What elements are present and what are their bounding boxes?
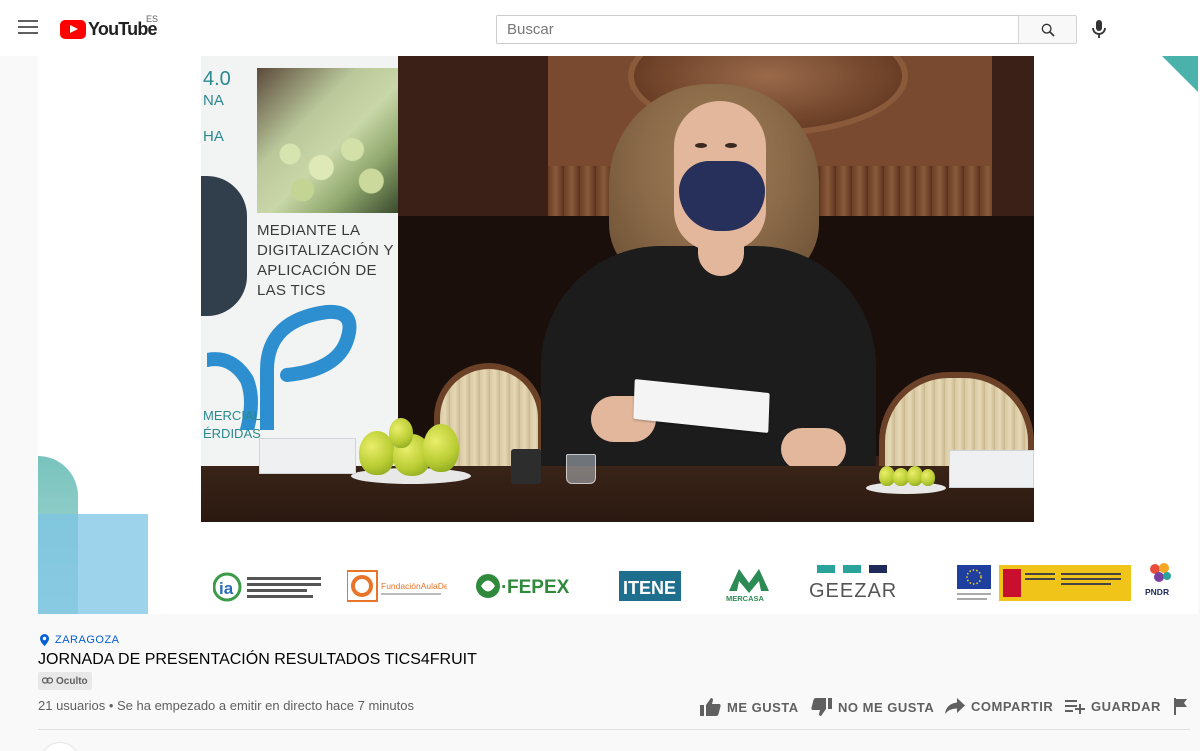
like-label: ME GUSTA xyxy=(727,699,799,715)
search-button[interactable] xyxy=(1018,15,1077,44)
search-box xyxy=(496,15,1019,44)
divider xyxy=(38,729,1190,730)
save-button[interactable]: GUARDAR xyxy=(1065,698,1161,714)
video-title: JORNADA DE PRESENTACIÓN RESULTADOS TICS4… xyxy=(38,651,477,668)
svg-text:PNDR: PNDR xyxy=(1145,587,1169,597)
pear xyxy=(423,424,459,472)
svg-text:ia: ia xyxy=(219,579,234,598)
playlist-add-icon xyxy=(1065,700,1085,714)
channel-avatar[interactable] xyxy=(40,742,80,751)
banner-text-3: HA xyxy=(203,128,224,145)
sponsor-logos: ia FundaciónAulaDei · FEPEX ITENE MERCAS… xyxy=(201,561,1171,610)
svg-text:GEEZAR: GEEZAR xyxy=(809,580,897,602)
sponsor-logo-fepex: · FEPEX xyxy=(475,571,585,606)
region-code: ES xyxy=(146,14,159,24)
sponsor-logo-itene: ITENE xyxy=(619,571,683,606)
video-player[interactable]: 4.0 NA HA MEDIANTE LA DIGITALIZACIÓN Y A… xyxy=(38,56,1198,614)
fruit-photo xyxy=(257,68,398,213)
nameplate xyxy=(259,438,356,474)
banner-slogan: MEDIANTE LA DIGITALIZACIÓN Y APLICACIÓN … xyxy=(257,222,394,299)
action-bar: ME GUSTA NO ME GUSTA COMPARTIR GUARDAR xyxy=(0,698,1200,722)
masthead: YouTube ES xyxy=(0,0,1200,56)
sponsor-logo-eu-spain xyxy=(957,563,1137,610)
microphone-stand xyxy=(511,449,541,484)
banner-text-2: NA xyxy=(203,92,224,109)
share-icon xyxy=(945,698,965,714)
search-icon xyxy=(1041,23,1055,37)
thumb-up-icon xyxy=(700,698,721,716)
dislike-button[interactable]: NO ME GUSTA xyxy=(811,698,934,716)
sponsor-logo-aula-dei: FundaciónAulaDei xyxy=(346,569,451,608)
share-label: COMPARTIR xyxy=(971,698,1054,714)
save-label: GUARDAR xyxy=(1091,698,1161,714)
svg-text:FEPEX: FEPEX xyxy=(507,577,570,598)
decorative-block xyxy=(38,514,148,614)
microphone-icon xyxy=(1092,20,1106,38)
flag-icon xyxy=(1174,698,1187,715)
svg-text:MERCASA: MERCASA xyxy=(726,594,765,603)
search-input[interactable] xyxy=(497,16,1019,43)
privacy-badge: Oculto xyxy=(38,672,92,690)
banner-person-image xyxy=(201,176,247,316)
location-text: ZARAGOZA xyxy=(55,634,120,646)
dislike-label: NO ME GUSTA xyxy=(838,699,935,715)
sponsor-logo-geezar: GEEZAR xyxy=(807,565,899,608)
privacy-label: Oculto xyxy=(56,675,88,687)
banner-text-4: MERCIAL xyxy=(203,408,261,423)
nameplate xyxy=(949,450,1034,488)
water-glass xyxy=(566,454,596,484)
banner-text-5: ÉRDIDAS xyxy=(203,426,261,441)
svg-text:FundaciónAulaDei: FundaciónAulaDei xyxy=(381,581,447,591)
pear xyxy=(389,418,413,448)
sponsor-logo-ia: ia xyxy=(212,569,323,608)
voice-search-button[interactable] xyxy=(1088,18,1110,40)
video-frame: 4.0 NA HA MEDIANTE LA DIGITALIZACIÓN Y A… xyxy=(201,56,1034,522)
report-button[interactable] xyxy=(1174,698,1194,715)
sponsor-logo-mercasa: MERCASA xyxy=(725,563,773,608)
sponsor-logo-pndr: PNDR xyxy=(1145,561,1175,608)
link-icon xyxy=(42,677,53,684)
decorative-corner xyxy=(1162,56,1198,92)
banner-text-1: 4.0 xyxy=(203,68,231,90)
location-link[interactable]: ZARAGOZA xyxy=(40,634,120,646)
play-logo-icon xyxy=(60,19,86,39)
menu-icon[interactable] xyxy=(18,20,38,36)
youtube-logo[interactable]: YouTube xyxy=(60,17,158,41)
share-button[interactable]: COMPARTIR xyxy=(945,698,1053,714)
location-pin-icon xyxy=(40,634,49,646)
like-button[interactable]: ME GUSTA xyxy=(700,698,799,716)
svg-text:ITENE: ITENE xyxy=(623,578,676,598)
thumb-down-icon xyxy=(811,698,832,716)
